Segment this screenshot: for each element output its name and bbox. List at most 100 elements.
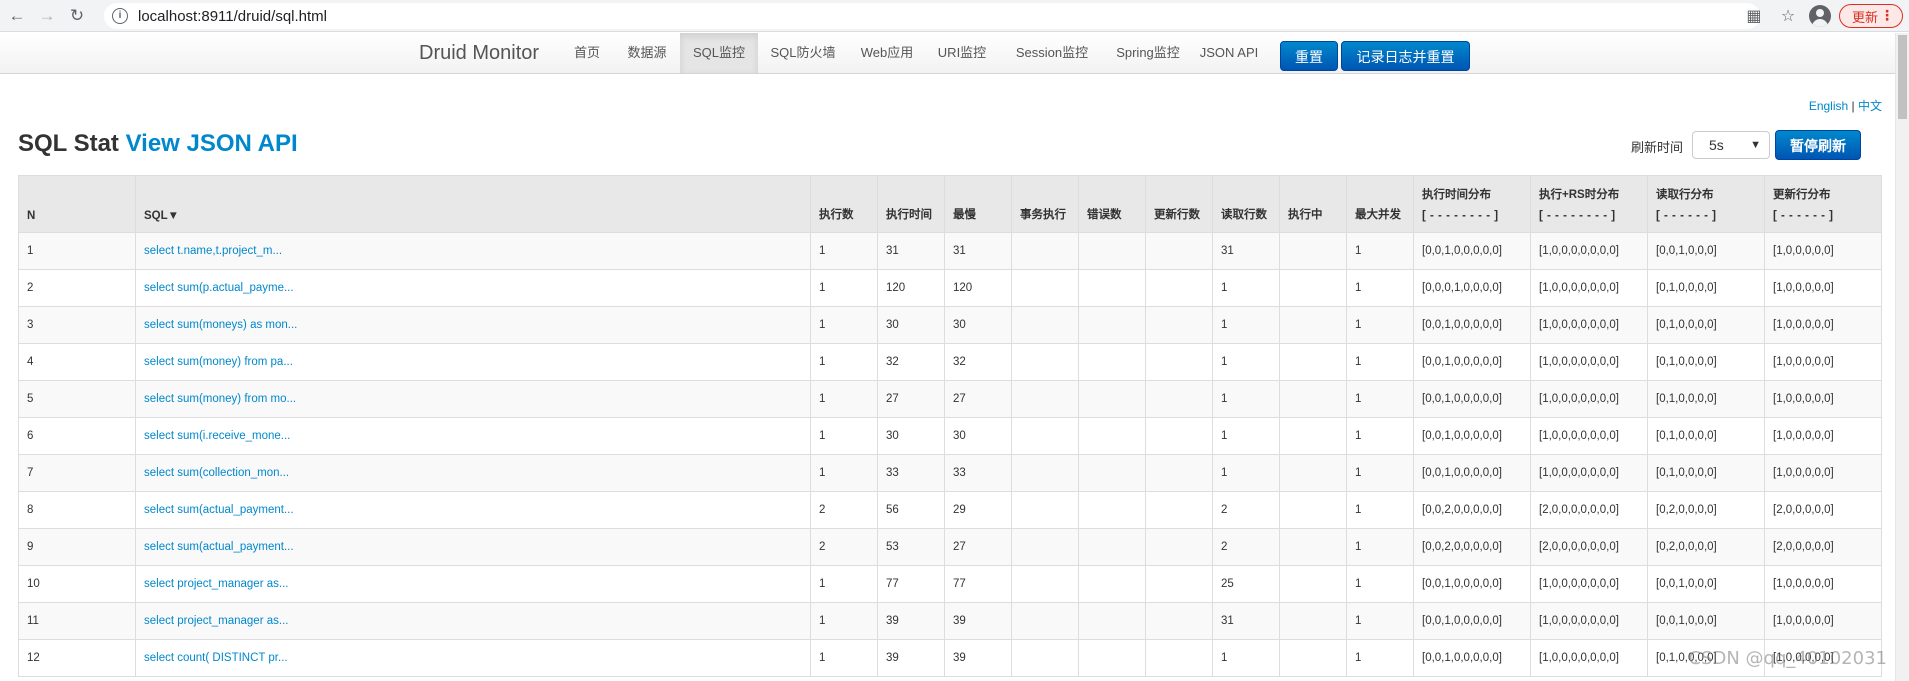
cell-sql[interactable]: select sum(i.receive_mone... xyxy=(135,417,811,455)
cell-update-dist: [1,0,0,0,0,0] xyxy=(1764,306,1882,344)
cell-exec-time: 30 xyxy=(877,417,945,455)
reset-button[interactable]: 重置 xyxy=(1280,41,1338,71)
cell-max-concurrent: 1 xyxy=(1346,343,1414,381)
cell-slowest: 30 xyxy=(944,417,1012,455)
cell-exec-count: 2 xyxy=(810,491,878,529)
cell-sql[interactable]: select sum(moneys) as mon... xyxy=(135,306,811,344)
cell-sql[interactable]: select project_manager as... xyxy=(135,565,811,603)
site-info-icon[interactable]: i xyxy=(112,8,128,24)
url-text[interactable]: localhost:8911/druid/sql.html xyxy=(138,8,327,25)
col-header-sql[interactable]: SQL▼ xyxy=(135,175,811,233)
cell-sql[interactable]: select count( DISTINCT pr... xyxy=(135,639,811,677)
view-json-api-link[interactable]: View JSON API xyxy=(126,130,298,157)
cell-exec-dist: [0,0,2,0,0,0,0,0] xyxy=(1413,528,1531,566)
log-and-reset-button[interactable]: 记录日志并重置 xyxy=(1341,41,1470,71)
reload-icon[interactable]: ↻ xyxy=(64,3,90,29)
col-header-exec-count[interactable]: 执行数 xyxy=(810,175,878,233)
col-header-read-rows[interactable]: 读取行数 xyxy=(1212,175,1280,233)
cell-exec-count: 1 xyxy=(810,454,878,492)
col-header-update-dist[interactable]: 更新行分布 [ - - - - - - ] xyxy=(1764,175,1882,233)
cell-sql[interactable]: select sum(actual_payment... xyxy=(135,528,811,566)
cell-running xyxy=(1279,343,1347,381)
qr-code-icon[interactable]: ▦ xyxy=(1741,3,1767,29)
profile-avatar-icon[interactable] xyxy=(1808,5,1831,27)
cell-n: 10 xyxy=(18,565,136,603)
cell-exec-rs-dist: [1,0,0,0,0,0,0,0] xyxy=(1530,380,1648,418)
cell-sql[interactable]: select project_manager as... xyxy=(135,602,811,640)
cell-txn-exec xyxy=(1011,269,1079,307)
cell-running xyxy=(1279,380,1347,418)
browser-update-button[interactable]: 更新 ⋮ xyxy=(1838,4,1903,28)
cell-read-rows: 25 xyxy=(1212,565,1280,603)
lang-chinese-link[interactable]: 中文 xyxy=(1858,99,1882,113)
nav-item-web-app[interactable]: Web应用 xyxy=(852,33,922,73)
page-title: SQL Stat View JSON API xyxy=(18,130,298,158)
nav-item-datasource[interactable]: 数据源 xyxy=(618,33,676,73)
nav-item-uri-monitor[interactable]: URI监控 xyxy=(932,33,992,73)
col-header-slowest[interactable]: 最慢 xyxy=(944,175,1012,233)
col-header-max-concurrent[interactable]: 最大并发 xyxy=(1346,175,1414,233)
cell-exec-time: 32 xyxy=(877,343,945,381)
cell-txn-exec xyxy=(1011,565,1079,603)
cell-sql[interactable]: select sum(actual_payment... xyxy=(135,491,811,529)
nav-item-json-api[interactable]: JSON API xyxy=(1196,33,1262,73)
cell-update-rows xyxy=(1145,269,1213,307)
bookmark-star-icon[interactable]: ☆ xyxy=(1775,3,1801,29)
cell-slowest: 77 xyxy=(944,565,1012,603)
col-header-exec-rs-dist[interactable]: 执行+RS时分布 [ - - - - - - - - ] xyxy=(1530,175,1648,233)
nav-item-sql-monitor[interactable]: SQL监控 xyxy=(680,33,758,73)
exec-dist-title: 执行时间分布 xyxy=(1422,189,1491,201)
cell-running xyxy=(1279,602,1347,640)
cell-exec-time: 31 xyxy=(877,232,945,270)
brand-title[interactable]: Druid Monitor xyxy=(419,42,539,65)
address-bar[interactable]: i localhost:8911/druid/sql.html xyxy=(104,3,1760,29)
cell-errors xyxy=(1078,454,1146,492)
update-dist-title: 更新行分布 xyxy=(1773,189,1831,201)
cell-sql[interactable]: select sum(collection_mon... xyxy=(135,454,811,492)
cell-update-rows xyxy=(1145,232,1213,270)
col-header-update-rows[interactable]: 更新行数 xyxy=(1145,175,1213,233)
cell-sql[interactable]: select t.name,t.project_m... xyxy=(135,232,811,270)
update-dist-buckets: [ - - - - - - ] xyxy=(1773,210,1834,222)
col-header-exec-dist[interactable]: 执行时间分布 [ - - - - - - - - ] xyxy=(1413,175,1531,233)
table-row: 9 select sum(actual_payment... 2 53 27 2 1 [0,0… xyxy=(18,528,1882,566)
col-header-txn-exec[interactable]: 事务执行 xyxy=(1011,175,1079,233)
table-row: 11 select project_manager as... 1 39 39 31 1 [0… xyxy=(18,602,1882,640)
cell-sql[interactable]: select sum(money) from pa... xyxy=(135,343,811,381)
col-header-n[interactable]: N xyxy=(18,175,136,233)
cell-exec-rs-dist: [1,0,0,0,0,0,0,0] xyxy=(1530,232,1648,270)
nav-item-home[interactable]: 首页 xyxy=(562,33,612,73)
pause-refresh-button[interactable]: 暂停刷新 xyxy=(1775,130,1861,160)
lang-english-link[interactable]: English xyxy=(1809,99,1848,113)
nav-item-spring-monitor[interactable]: Spring监控 xyxy=(1108,33,1188,73)
col-header-running[interactable]: 执行中 xyxy=(1279,175,1347,233)
page-scrollbar[interactable] xyxy=(1895,33,1909,681)
cell-txn-exec xyxy=(1011,491,1079,529)
browser-toolbar: ← → ↻ i localhost:8911/druid/sql.html ▦ … xyxy=(0,0,1909,32)
cell-errors xyxy=(1078,491,1146,529)
cell-sql[interactable]: select sum(money) from mo... xyxy=(135,380,811,418)
cell-slowest: 32 xyxy=(944,343,1012,381)
cell-txn-exec xyxy=(1011,343,1079,381)
back-arrow-icon[interactable]: ← xyxy=(4,3,30,29)
cell-errors xyxy=(1078,380,1146,418)
cell-read-dist: [0,1,0,0,0,0] xyxy=(1647,306,1765,344)
scrollbar-thumb[interactable] xyxy=(1898,35,1907,119)
nav-item-session-monitor[interactable]: Session监控 xyxy=(1006,33,1098,73)
cell-update-rows xyxy=(1145,380,1213,418)
col-header-read-dist[interactable]: 读取行分布 [ - - - - - - ] xyxy=(1647,175,1765,233)
cell-exec-time: 33 xyxy=(877,454,945,492)
chevron-down-icon: ▼ xyxy=(1750,139,1761,151)
cell-slowest: 31 xyxy=(944,232,1012,270)
cell-running xyxy=(1279,454,1347,492)
nav-item-sql-firewall[interactable]: SQL防火墙 xyxy=(763,33,843,73)
col-header-errors[interactable]: 错误数 xyxy=(1078,175,1146,233)
forward-arrow-icon[interactable]: → xyxy=(34,3,60,29)
cell-update-dist: [2,0,0,0,0,0] xyxy=(1764,528,1882,566)
refresh-interval-select[interactable]: 5s ▼ xyxy=(1692,131,1770,159)
cell-sql[interactable]: select sum(p.actual_payme... xyxy=(135,269,811,307)
cell-update-dist: [1,0,0,0,0,0] xyxy=(1764,232,1882,270)
cell-n: 8 xyxy=(18,491,136,529)
cell-exec-count: 1 xyxy=(810,565,878,603)
col-header-exec-time[interactable]: 执行时间 xyxy=(877,175,945,233)
